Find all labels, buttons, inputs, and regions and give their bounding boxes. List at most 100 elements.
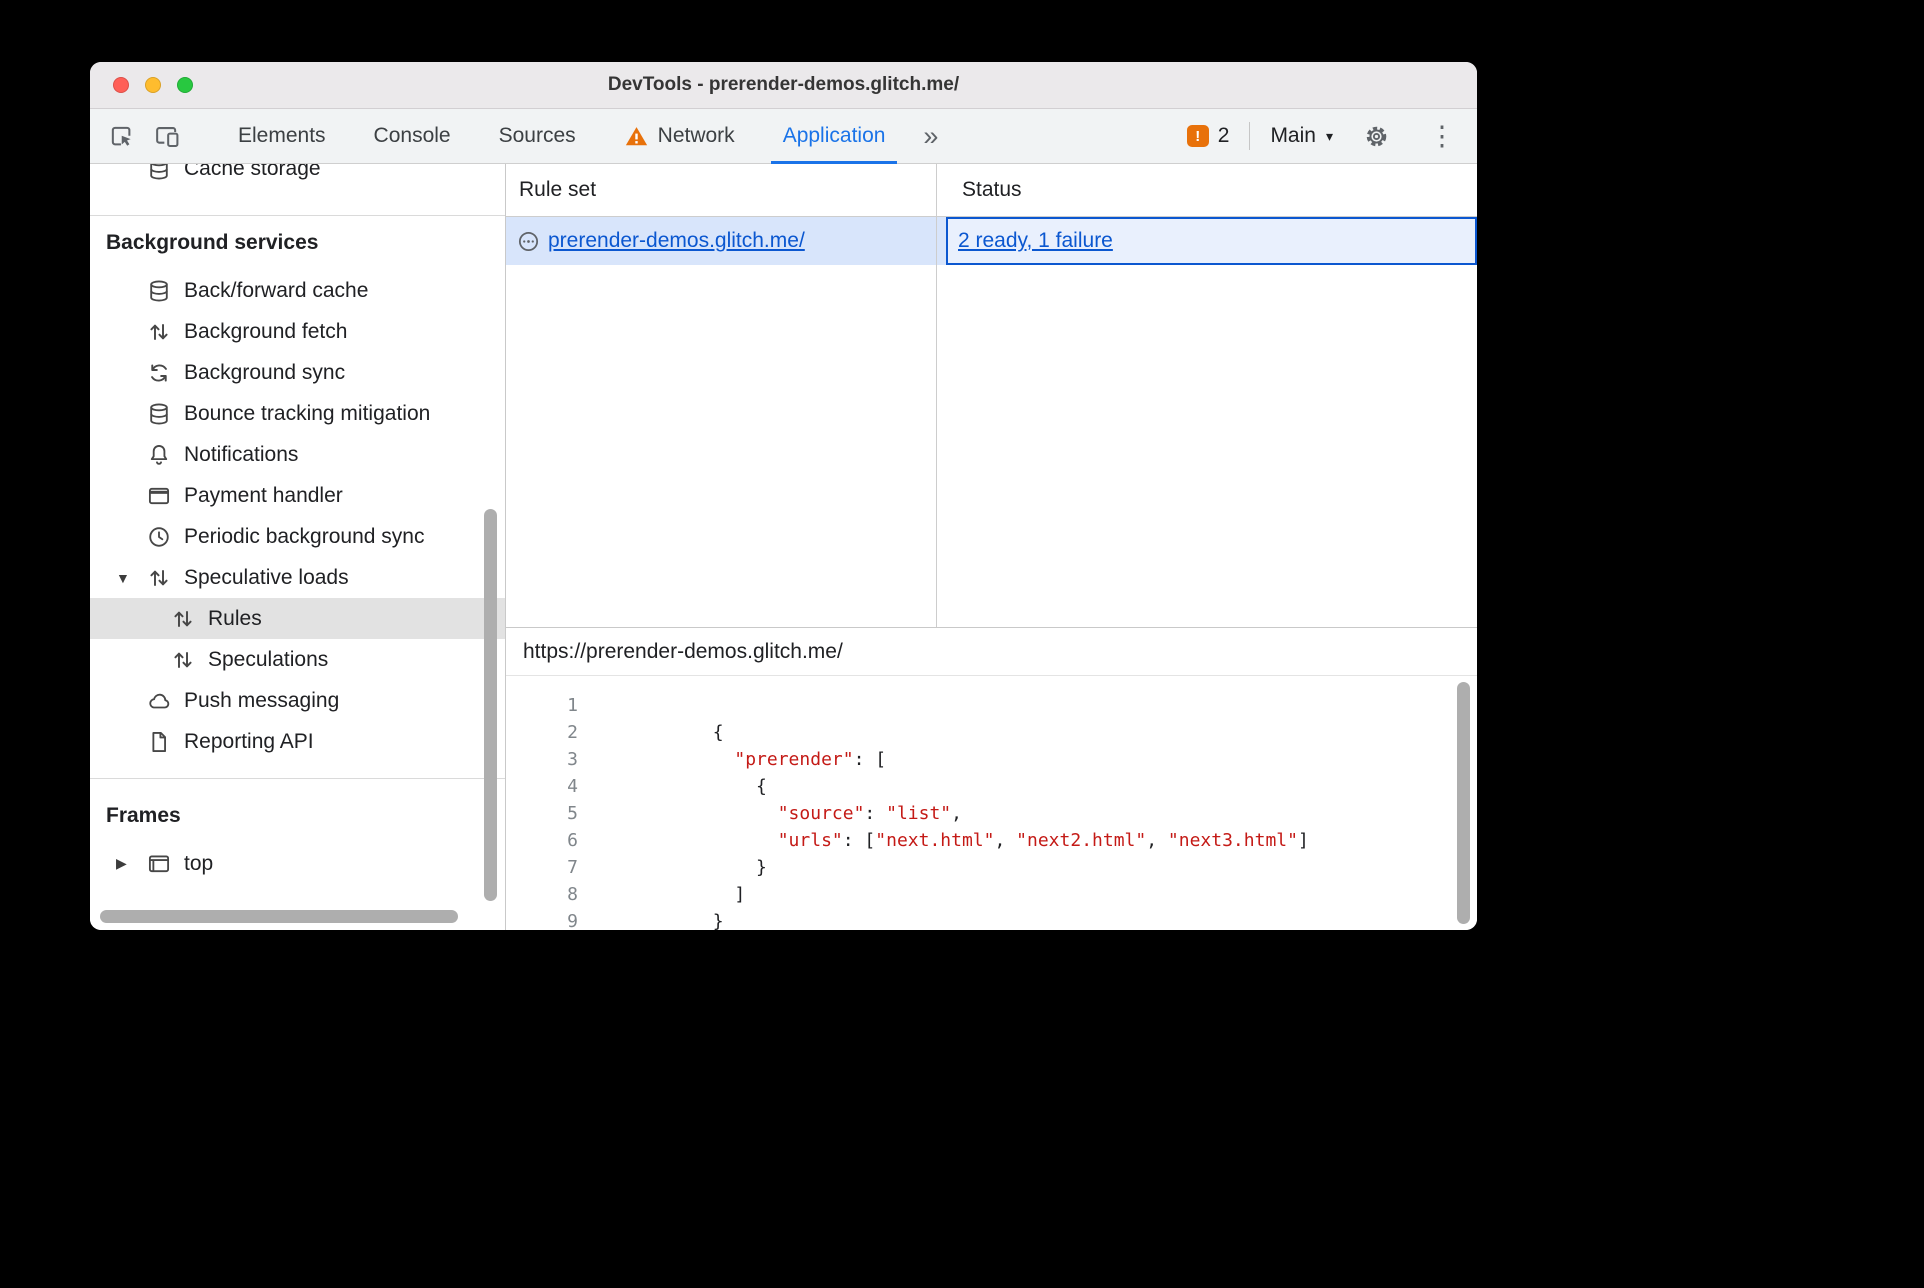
inspect-button[interactable] — [98, 109, 144, 163]
sidebar-horizontal-scrollbar[interactable] — [100, 910, 458, 923]
warning-triangle-icon — [625, 126, 647, 145]
clock-icon — [149, 526, 169, 547]
sidebar-item-cache-storage[interactable]: Cache storage — [90, 164, 505, 189]
menu-button[interactable]: ⋮ — [1419, 109, 1465, 163]
tab-label: Application — [782, 124, 886, 147]
speculation-rules-icon — [518, 231, 539, 251]
status-link[interactable]: 2 ready, 1 failure — [958, 229, 1113, 253]
column-header-rule-set[interactable]: Rule set — [506, 164, 949, 216]
sidebar-vertical-scrollbar[interactable] — [484, 509, 497, 901]
cloud-icon — [149, 693, 170, 708]
code-vertical-scrollbar[interactable] — [1457, 682, 1470, 924]
window-title: DevTools - prerender-demos.glitch.me/ — [607, 74, 960, 95]
double-chevron-icon: » — [923, 120, 939, 151]
settings-button[interactable] — [1353, 109, 1399, 163]
speculative-loads-panel: Rule set Status prerender-demos.glitch.m… — [506, 164, 1477, 930]
zoom-button[interactable] — [177, 77, 193, 93]
sidebar-item-push-messaging[interactable]: Push messaging — [90, 680, 505, 721]
sidebar-item-speculations[interactable]: Speculations — [90, 639, 505, 680]
bell-icon — [150, 444, 168, 465]
device-toolbar-icon — [155, 126, 178, 147]
database-icon — [150, 164, 168, 179]
rule-set-link[interactable]: prerender-demos.glitch.me/ — [548, 229, 805, 253]
column-header-status[interactable]: Status — [949, 164, 1477, 216]
status-cell[interactable]: 2 ready, 1 failure — [946, 217, 1477, 265]
rule-set-source-url: https://prerender-demos.glitch.me/ — [506, 628, 1477, 676]
sidebar-item-background-sync[interactable]: Background sync — [90, 352, 505, 393]
sidebar-item-bounce-tracking-mitigation[interactable]: Bounce tracking mitigation — [90, 393, 505, 434]
sidebar-item-label: Periodic background sync — [184, 524, 425, 548]
devtools-content: Cache storage Background services Back/for… — [90, 164, 1477, 930]
kebab-menu-icon: ⋮ — [1428, 120, 1456, 151]
issues-counter[interactable]: ! 2 — [1186, 124, 1230, 148]
sidebar-item-label: Background fetch — [184, 319, 348, 343]
sidebar-item-top[interactable]: ▶ top — [90, 843, 505, 884]
sidebar-item-speculative-loads[interactable]: ▼ Speculative loads — [90, 557, 505, 598]
tab-network[interactable]: Network — [600, 109, 759, 163]
card-icon — [148, 487, 170, 504]
code-line-text: } — [626, 911, 724, 930]
panel-tabs: Elements Console Sources Network Applica… — [214, 109, 952, 164]
minimize-button[interactable] — [145, 77, 161, 93]
code-line-text: { — [626, 722, 724, 743]
code-line-text: "prerender": [ — [734, 749, 887, 770]
tab-elements[interactable]: Elements — [214, 109, 350, 163]
code-line: 5 "source": "list", — [506, 800, 1477, 827]
code-line: 9 } — [506, 908, 1477, 930]
sidebar-item-periodic-background-sync[interactable]: Periodic background sync — [90, 516, 505, 557]
sidebar-item-label: Speculative loads — [184, 565, 349, 589]
inspect-cursor-icon — [111, 126, 131, 146]
code-line: 4 { — [506, 773, 1477, 800]
rule-sets-table: Rule set Status prerender-demos.glitch.m… — [506, 164, 1477, 627]
sidebar-item-label: Back/forward cache — [184, 278, 369, 302]
sidebar-item-label: Notifications — [184, 442, 299, 466]
rule-set-cell[interactable]: prerender-demos.glitch.me/ — [506, 217, 946, 265]
code-line-text: ] — [626, 884, 746, 905]
tab-label: Elements — [238, 124, 326, 147]
sync-icon — [151, 363, 167, 382]
issues-count: 2 — [1217, 124, 1230, 147]
tab-label: Sources — [498, 124, 576, 147]
sidebar-item-label: Push messaging — [184, 688, 340, 712]
sidebar-section-divider — [90, 778, 505, 779]
code-line: 6 "urls": ["next.html", "next2.html", "n… — [506, 827, 1477, 854]
tab-label: Console — [373, 124, 451, 147]
rule-set-code-viewer[interactable]: 12 {3 "prerender": [4 {5 "source": "list… — [506, 676, 1477, 930]
target-selector[interactable]: Main ▾ — [1270, 124, 1333, 148]
sidebar-item-rules[interactable]: Rules — [90, 598, 505, 639]
database-icon — [150, 403, 168, 424]
triangle-expanded-icon[interactable]: ▼ — [116, 570, 130, 586]
traffic-lights — [113, 77, 193, 93]
sidebar-scroll-area: Cache storage Background services Back/for… — [90, 164, 505, 930]
sidebar-item-reporting-api[interactable]: Reporting API — [90, 721, 505, 762]
line-number: 7 — [567, 857, 578, 878]
sidebar-section-heading-background-services: Background services — [106, 231, 319, 254]
devtools-window: DevTools - prerender-demos.glitch.me/ El… — [90, 62, 1477, 930]
rule-set-row[interactable]: prerender-demos.glitch.me/ 2 ready, 1 fa… — [506, 217, 1477, 265]
tab-console[interactable]: Console — [350, 109, 475, 163]
sidebar-item-notifications[interactable]: Notifications — [90, 434, 505, 475]
tab-label: Network — [657, 124, 735, 147]
devtools-toolbar: Elements Console Sources Network Applica… — [90, 109, 1477, 164]
rule-set-detail-pane: https://prerender-demos.glitch.me/ 12 {3… — [506, 628, 1477, 930]
gear-icon — [1366, 126, 1386, 146]
triangle-collapsed-icon[interactable]: ▶ — [116, 855, 127, 872]
tab-sources[interactable]: Sources — [475, 109, 600, 163]
close-button[interactable] — [113, 77, 129, 93]
code-line: 1 — [506, 692, 1477, 719]
column-divider — [936, 164, 937, 627]
chevron-down-icon: ▾ — [1325, 127, 1333, 144]
sidebar-item-background-fetch[interactable]: Background fetch — [90, 311, 505, 352]
up-down-arrows-icon — [174, 651, 192, 668]
sidebar-item-payment-handler[interactable]: Payment handler — [90, 475, 505, 516]
sidebar-item-label: Speculations — [208, 647, 329, 671]
toolbar-right-group: ! 2 Main ▾ ⋮ — [1186, 109, 1465, 163]
device-toolbar-button[interactable] — [144, 109, 190, 163]
target-selector-label: Main — [1270, 124, 1316, 147]
code-line-text: "source": "list", — [777, 803, 962, 824]
sidebar-item-back-forward-cache[interactable]: Back/forward cache — [90, 270, 505, 311]
sidebar-item-label: Reporting API — [184, 729, 314, 753]
more-tabs-button[interactable]: » — [909, 109, 952, 163]
line-number: 3 — [567, 749, 578, 770]
tab-application[interactable]: Application — [759, 109, 910, 164]
